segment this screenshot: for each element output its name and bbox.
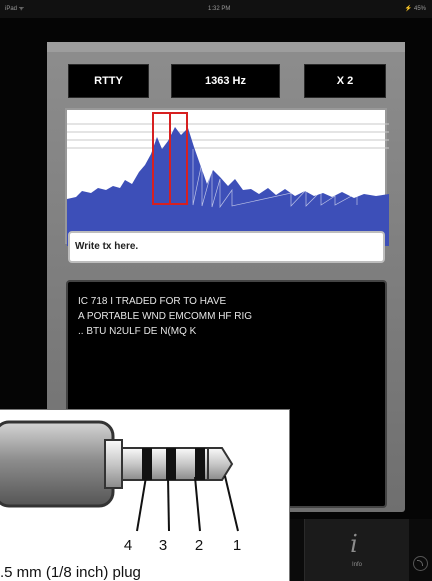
status-bar: iPad ᯤ 1:32 PM ⚡ 45% — [0, 0, 432, 18]
plug-ring-4 — [142, 448, 152, 480]
plug-diagram: 4 3 2 1 .5 mm (1/8 inch) plug — [0, 409, 290, 581]
rx-line: IC 718 I TRADED FOR TO HAVE — [78, 296, 227, 307]
device-label: iPad ᯤ — [5, 6, 25, 12]
mode-selector-button[interactable]: RTTY — [68, 64, 149, 98]
rx-line: .. BTU N2ULF DE N(MQ K — [78, 326, 197, 337]
contact-label: 2 — [194, 537, 204, 554]
info-tab-label: Info — [351, 562, 362, 568]
contact-pointer-2 — [194, 476, 201, 532]
rx-line: A PORTABLE WND EMCOMM HF RIG — [78, 311, 253, 322]
contact-pointer-3 — [167, 476, 170, 532]
spectrum-fill — [67, 127, 389, 246]
contact-label: 3 — [158, 537, 168, 554]
plug-drawing — [0, 420, 239, 532]
info-icon: i — [350, 530, 358, 558]
zoom-button[interactable]: X 2 — [304, 64, 386, 98]
status-time: 1:32 PM — [208, 6, 231, 12]
frequency-display[interactable]: 1363 Hz — [171, 64, 280, 98]
contact-pointer-1 — [224, 475, 239, 532]
panel-top-edge — [47, 42, 405, 52]
contact-label: 1 — [232, 537, 242, 554]
plug-body — [0, 420, 115, 508]
refresh-icon[interactable] — [413, 556, 428, 571]
plug-collar — [104, 439, 123, 489]
contact-label: 4 — [123, 537, 133, 554]
plug-ring-3 — [166, 448, 176, 480]
tx-input[interactable]: Write tx here. — [68, 231, 385, 263]
plug-caption: .5 mm (1/8 inch) plug — [0, 564, 141, 581]
screenshot-stage: iPad ᯤ 1:32 PM ⚡ 45% RTTY 1363 Hz X 2 Wr… — [0, 0, 432, 581]
info-tab[interactable]: i Info — [304, 519, 409, 581]
plug-ring-2 — [195, 448, 205, 480]
contact-pointer-4 — [136, 476, 147, 532]
spectrum-graphic — [67, 112, 389, 246]
plug-tip — [207, 447, 234, 481]
spectrum-waterfall[interactable] — [65, 108, 389, 246]
battery-indicator: ⚡ 45% — [404, 6, 426, 12]
